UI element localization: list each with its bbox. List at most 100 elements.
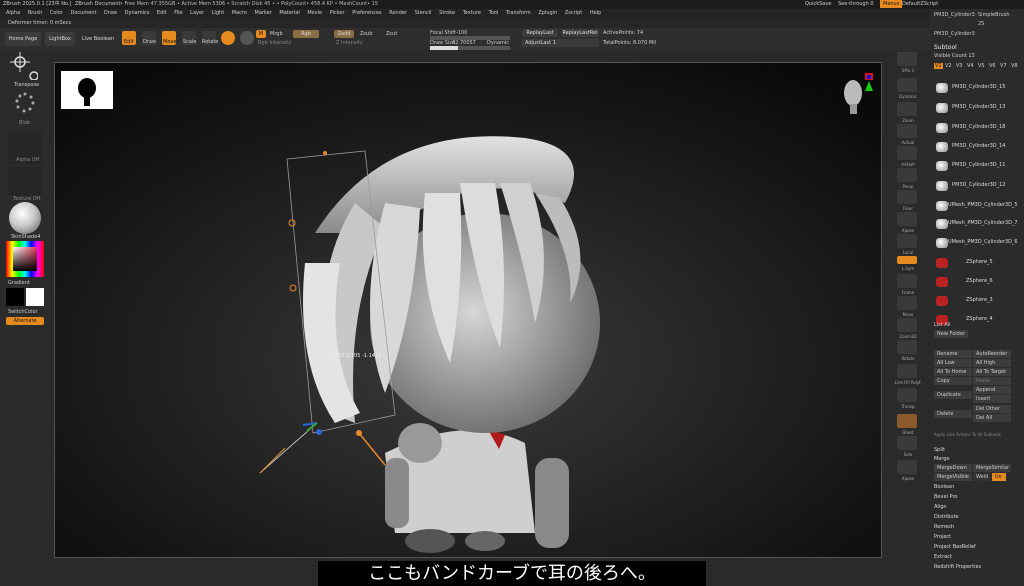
spix-button[interactable] (897, 52, 917, 66)
replay-last-button[interactable]: ReplayLast (522, 29, 558, 37)
zoom3d-button[interactable] (897, 318, 917, 332)
secondary-color-swatch[interactable] (6, 288, 24, 306)
switch-color-label[interactable]: SwitchColor (8, 309, 38, 315)
project-basrelief-menu[interactable]: Project BasRelief (934, 544, 976, 550)
version-tab[interactable]: V1 (934, 63, 943, 69)
bevel-pro-menu[interactable]: Bevel Pro (934, 494, 957, 500)
zcut-toggle[interactable]: Zcut (386, 31, 397, 37)
del-other-button[interactable]: Del Other (973, 405, 1011, 413)
zsub-toggle[interactable]: Zsub (360, 31, 372, 37)
menu-item[interactable]: Render (389, 9, 407, 18)
zadd-toggle[interactable]: Zadd (334, 30, 354, 38)
m-toggle[interactable]: M (256, 30, 266, 38)
menu-item[interactable]: Marker (255, 9, 272, 18)
split-menu[interactable]: Split (934, 447, 945, 453)
lsym-button[interactable] (897, 256, 917, 264)
new-folder-button[interactable]: New Folder (934, 330, 968, 338)
version-tab[interactable]: V6 (989, 63, 996, 69)
menu-item[interactable]: Zscript (565, 9, 582, 18)
menu-item[interactable]: Texture (463, 9, 481, 18)
menu-item[interactable]: Picker (330, 9, 345, 18)
menu-item[interactable]: Preferences (352, 9, 381, 18)
version-tab[interactable]: V4 (967, 63, 974, 69)
rename-button[interactable]: Rename (934, 350, 972, 358)
menu-item[interactable]: Document (71, 9, 97, 18)
append-button[interactable]: Append (973, 386, 1011, 394)
see-through-slider[interactable]: See-through 0 (838, 1, 874, 7)
dynamic-button[interactable] (897, 78, 917, 92)
primary-color-swatch[interactable] (26, 288, 44, 306)
menu-item[interactable]: Zplugin (538, 9, 557, 18)
menu-item[interactable]: Tool (489, 9, 499, 18)
persp-button[interactable] (897, 168, 917, 182)
merge-down-button[interactable]: MergeDown (934, 464, 972, 472)
del-all-button[interactable]: Del All (973, 414, 1011, 422)
extract-menu[interactable]: Extract (934, 554, 952, 560)
quicksave-button[interactable]: QuickSave (805, 1, 831, 7)
menu-item[interactable]: File (174, 9, 182, 18)
delete-button[interactable]: Delete (934, 410, 972, 418)
blob-brush-icon[interactable] (14, 91, 36, 113)
uv-toggle[interactable]: Uv (992, 473, 1006, 481)
viewport-scene[interactable] (55, 63, 881, 557)
merge-menu[interactable]: Merge (934, 456, 950, 462)
menu-item[interactable]: Stroke (439, 9, 455, 18)
z-intensity-slider[interactable]: Z Intensity (336, 40, 363, 46)
menu-item[interactable]: Color (50, 9, 63, 18)
floor-button[interactable] (897, 190, 917, 204)
rgb-intensity-slider[interactable]: Rgb Intensity (258, 40, 291, 46)
simplebrush-tool[interactable]: SimpleBrush (978, 12, 1010, 18)
gizmo-3d-icon[interactable] (221, 31, 235, 45)
default-script-button[interactable]: DefaultZScript (902, 1, 938, 7)
copy-button[interactable]: Copy (934, 377, 972, 385)
menu-item[interactable]: Material (279, 9, 299, 18)
menu-item[interactable]: Help (590, 9, 601, 18)
rotate-view-button[interactable] (897, 340, 917, 354)
zoom-button[interactable] (897, 102, 917, 116)
texture-slot[interactable] (8, 166, 42, 196)
subtool-row[interactable]: PM3D_Cylinder3D_15 (934, 83, 1020, 95)
color-picker[interactable] (6, 241, 44, 277)
menu-item[interactable]: Layer (190, 9, 204, 18)
edit-button[interactable]: Edit (122, 31, 136, 45)
draw-button[interactable]: Draw (142, 31, 156, 45)
subtool-row[interactable]: PM3D_Cylinder3D_11 (934, 161, 1020, 173)
rotate-button[interactable]: Rotate (202, 31, 218, 45)
version-tab[interactable]: V8 (1011, 63, 1018, 69)
subtool-row[interactable]: PM3D_Cylinder3D_18 (934, 123, 1020, 135)
redshift-properties-menu[interactable]: Redshift Properties (934, 564, 981, 570)
subtool-row[interactable]: UMesh_PM3D_Cylinder3D_6 (934, 238, 1020, 250)
local-button[interactable] (897, 234, 917, 248)
project-menu[interactable]: Project (934, 534, 951, 540)
subtool-row[interactable]: PM3D_Cylinder3D_12 (934, 181, 1020, 193)
navigation-head-icon[interactable] (837, 71, 877, 123)
subtool-row[interactable]: PM3D_Cylinder3D_13 (934, 103, 1020, 115)
menu-item[interactable]: Brush (28, 9, 42, 18)
color-square[interactable] (13, 247, 37, 271)
align-menu[interactable]: Align (934, 504, 947, 510)
menu-item[interactable]: Light (212, 9, 224, 18)
all-to-home-button[interactable]: All To Home (934, 368, 972, 376)
version-tab[interactable]: V7 (1000, 63, 1007, 69)
auto-reorder-button[interactable]: AutoReorder (973, 350, 1011, 358)
tool-thumbnail-label[interactable]: PM3D_Cylinder3 (934, 31, 975, 37)
move-view-button[interactable] (897, 296, 917, 310)
apply-link-actions-toggle[interactable]: Apply Link Actions To All Subtools (934, 432, 1001, 437)
scale-button[interactable]: Scale (182, 31, 196, 45)
merge-visible-button[interactable]: MergeVisible (934, 473, 972, 481)
menu-item[interactable]: Dynamics (125, 9, 150, 18)
xpose-view-button[interactable] (897, 460, 917, 474)
live-boolean-button[interactable]: Live Boolean (79, 32, 117, 46)
list-all-button[interactable]: List All (934, 322, 951, 328)
subtool-row[interactable]: ZSphere_6 (934, 277, 1020, 289)
actual-button[interactable] (897, 124, 917, 138)
subtool-row[interactable]: ZSphere_3 (934, 296, 1020, 308)
adjust-last-slider[interactable]: AdjustLast 1 (522, 39, 599, 47)
all-low-button[interactable]: All Low (934, 359, 972, 367)
home-page-button[interactable]: Home Page (5, 32, 41, 46)
lightbox-button[interactable]: LightBox (45, 32, 75, 46)
subtool-header[interactable]: Subtool (934, 44, 957, 51)
frame-button[interactable] (897, 274, 917, 288)
menu-item[interactable]: Transform (506, 9, 531, 18)
xpose-button[interactable] (897, 212, 917, 226)
